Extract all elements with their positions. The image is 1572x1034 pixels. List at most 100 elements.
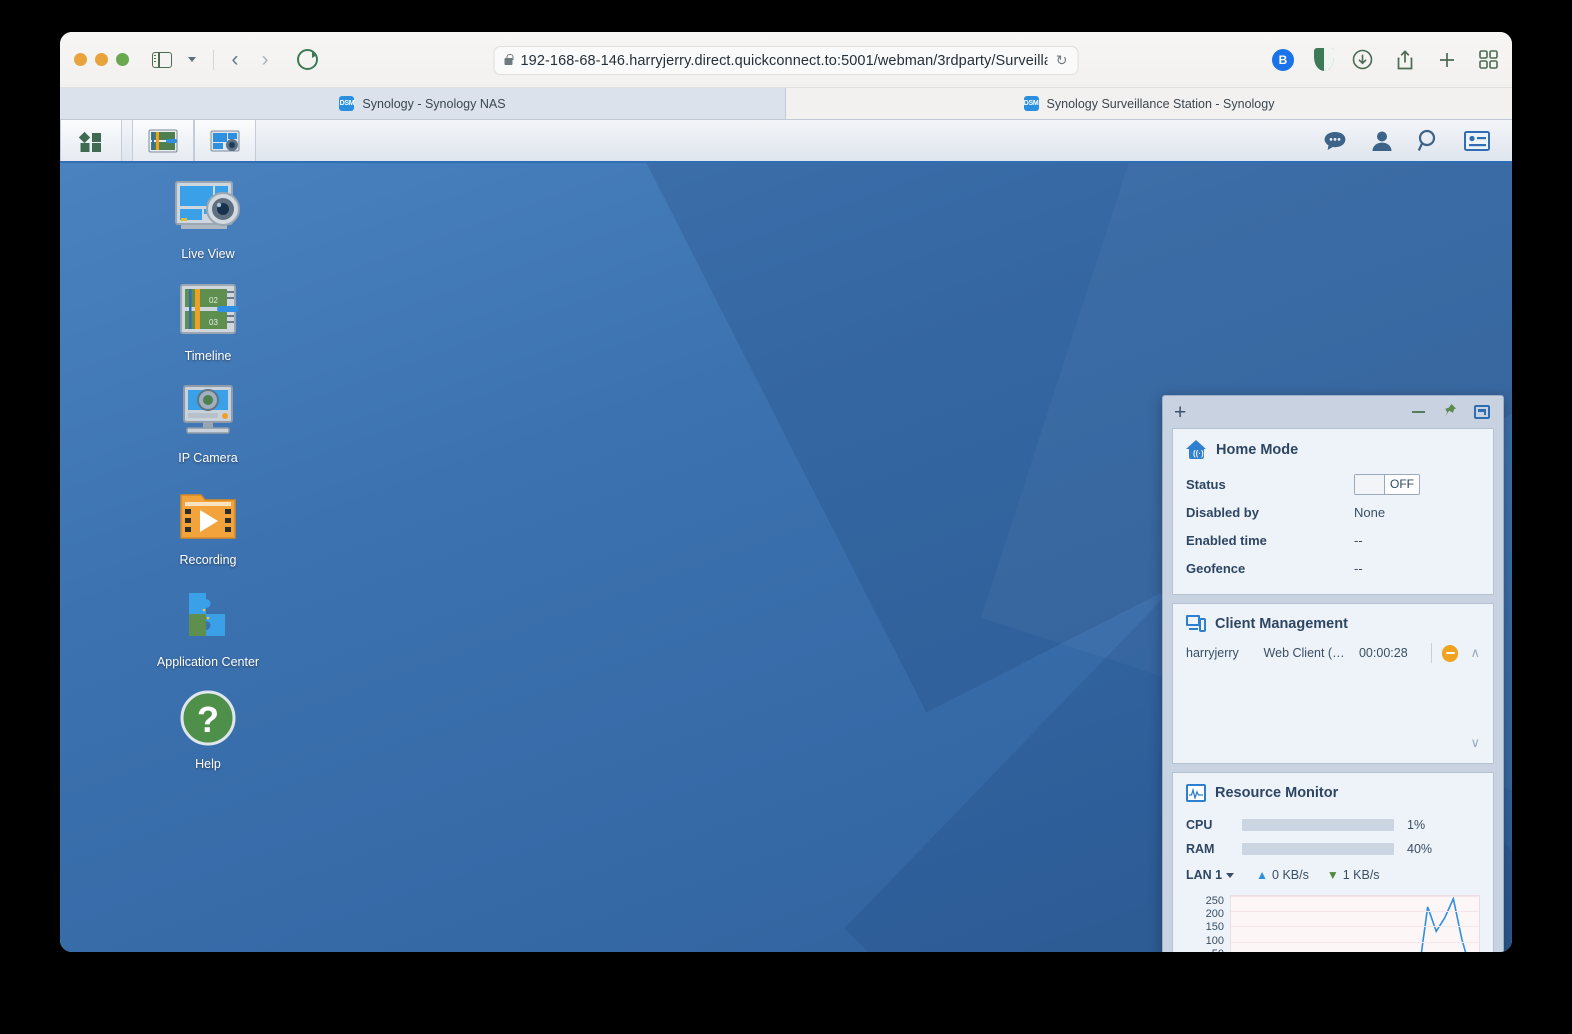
desktop-icon-label: Timeline [184, 349, 232, 363]
toggle-state-label: OFF [1385, 474, 1419, 494]
forward-chevron-icon: › [261, 48, 269, 71]
upload-value-group: ▲ 0 KB/s [1256, 868, 1309, 882]
desktop-icon-recording[interactable]: Recording [138, 483, 278, 567]
widget-panel: + ((·)) Home Mode Status OFF Disabled by… [1162, 395, 1504, 952]
chart-gridline [1231, 926, 1479, 928]
liveview-icon [138, 177, 278, 239]
chart-gridline [1231, 911, 1479, 913]
desktop-icon-help[interactable]: ? Help [138, 687, 278, 771]
scroll-up-button[interactable]: ∧ [1470, 645, 1480, 661]
minimize-window-button[interactable] [95, 53, 108, 66]
cpu-bar [1242, 819, 1394, 831]
client-username: harryjerry [1186, 646, 1239, 660]
ss-toolbar-right [1323, 120, 1512, 161]
apps-grid-icon [78, 131, 101, 152]
close-window-button[interactable] [74, 53, 87, 66]
zoom-window-button[interactable] [116, 53, 129, 66]
new-tab-button[interactable] [1437, 50, 1457, 70]
timeline-icon [148, 129, 178, 152]
ss-desktop: Live View 02 03 Timeline IP Camera Recor… [60, 163, 1512, 952]
dsm-favicon-icon: DSM [339, 96, 355, 111]
scroll-down-button[interactable]: ∨ [1470, 735, 1480, 751]
desktop-icon-ip-camera[interactable]: IP Camera [138, 381, 278, 465]
desktop-icon-list: Live View 02 03 Timeline IP Camera Recor… [138, 177, 278, 789]
add-widget-button[interactable]: + [1174, 402, 1186, 423]
tab-title: Synology Surveillance Station - Synology [1046, 96, 1275, 111]
tab-synology-nas[interactable]: DSM Synology - Synology NAS [60, 88, 786, 119]
geofence-label: Geofence [1186, 560, 1246, 576]
share-button[interactable] [1395, 49, 1415, 71]
bitwarden-extension-icon[interactable]: B [1272, 48, 1294, 71]
lock-icon [504, 54, 514, 65]
sidebar-toggle-button[interactable] [147, 46, 177, 74]
forward-button[interactable]: › [250, 46, 280, 74]
desktop-icon-live-view[interactable]: Live View [138, 177, 278, 261]
upload-arrow-icon: ▲ [1256, 868, 1269, 882]
back-button[interactable]: ‹ [220, 46, 250, 74]
svg-text:?: ? [197, 699, 219, 740]
ram-row: RAM 40% [1186, 837, 1480, 861]
window-traffic-lights [74, 53, 129, 66]
widget-panel-header: + [1172, 396, 1494, 428]
lan-selector-label[interactable]: LAN 1 [1186, 868, 1222, 882]
screenshot-root: ‹ › B 192-168-68-146.harryjerry.direct.q… [0, 0, 1572, 1034]
tab-overview-button[interactable] [1479, 50, 1498, 69]
surveillance-station-app: Live View 02 03 Timeline IP Camera Recor… [60, 120, 1512, 952]
desktop-icon-application-center[interactable]: Application Center [138, 585, 278, 669]
resource-monitor-widget: Resource Monitor CPU 1% RAM 40% LAN 1 ▲ … [1172, 772, 1494, 952]
shield-extension-icon[interactable] [1314, 48, 1334, 71]
help-icon: ? [138, 687, 278, 749]
client-management-header: Client Management [1186, 615, 1480, 632]
client-management-title: Client Management [1215, 615, 1348, 632]
collapse-widget-panel-button[interactable] [1474, 405, 1490, 419]
chevron-down-icon[interactable] [1226, 872, 1235, 878]
tab-surveillance-station[interactable]: DSM Synology Surveillance Station - Syno… [786, 88, 1512, 119]
account-button[interactable] [1371, 130, 1393, 152]
disconnect-client-button[interactable] [1441, 644, 1459, 662]
home-mode-widget: ((·)) Home Mode Status OFF Disabled by N… [1172, 428, 1494, 595]
main-menu-button[interactable] [60, 120, 122, 161]
liveview-taskbar-button[interactable] [194, 120, 256, 161]
desktop-icon-timeline[interactable]: 02 03 Timeline [138, 279, 278, 363]
geofence-value: -- [1354, 560, 1363, 576]
tab-group-menu-button[interactable] [177, 46, 207, 74]
lan-row: LAN 1 ▲ 0 KB/s ▼ 1 KB/s [1186, 861, 1480, 889]
cpu-label: CPU [1186, 818, 1213, 832]
client-type: Web Client (… [1263, 646, 1345, 660]
notifications-button[interactable] [1323, 130, 1347, 152]
svg-text:03: 03 [209, 318, 218, 327]
home-mode-status-row: Status OFF [1186, 470, 1480, 498]
widget-panel-button[interactable] [1464, 130, 1490, 151]
downloads-button[interactable] [1352, 49, 1373, 70]
ss-toolbar [60, 120, 1512, 163]
chart-y-tick: 250 [1205, 895, 1224, 907]
address-reload-icon[interactable]: ↻ [1056, 52, 1068, 69]
home-mode-enabledtime-row: Enabled time -- [1186, 526, 1480, 554]
page-reload-button[interactable] [292, 46, 322, 74]
url-text: 192-168-68-146.harryjerry.direct.quickco… [520, 52, 1048, 69]
pin-icon[interactable] [1442, 403, 1457, 421]
home-mode-title: Home Mode [1216, 441, 1299, 458]
info-card-icon [1464, 130, 1490, 151]
browser-toolbar: ‹ › B 192-168-68-146.harryjerry.direct.q… [60, 32, 1512, 88]
home-mode-toggle[interactable]: OFF [1354, 473, 1420, 495]
ipcamera-icon [138, 381, 278, 443]
desktop-icon-label: Application Center [156, 655, 260, 669]
timeline-taskbar-button[interactable] [132, 120, 194, 161]
desktop-icon-label: Live View [181, 247, 235, 261]
client-row[interactable]: harryjerry Web Client (… 00:00:28 ∧ [1186, 643, 1480, 663]
download-arrow-icon: ▼ [1326, 868, 1339, 882]
desktop-icon-label: Help [195, 757, 221, 771]
cpu-row: CPU 1% [1186, 813, 1480, 837]
chart-y-axis: 250200150100500 [1186, 895, 1230, 952]
minimize-widget-panel-button[interactable] [1412, 411, 1425, 413]
disabled-by-label: Disabled by [1186, 504, 1259, 520]
search-button[interactable] [1417, 129, 1440, 152]
client-duration: 00:00:28 [1358, 646, 1408, 660]
chart-y-tick: 50 [1186, 948, 1224, 952]
status-label: Status [1186, 476, 1226, 492]
row-divider [1430, 643, 1432, 663]
desktop-icon-label: Recording [179, 553, 237, 567]
address-bar[interactable]: 192-168-68-146.harryjerry.direct.quickco… [493, 46, 1079, 75]
extension-buttons: B [1272, 48, 1334, 71]
